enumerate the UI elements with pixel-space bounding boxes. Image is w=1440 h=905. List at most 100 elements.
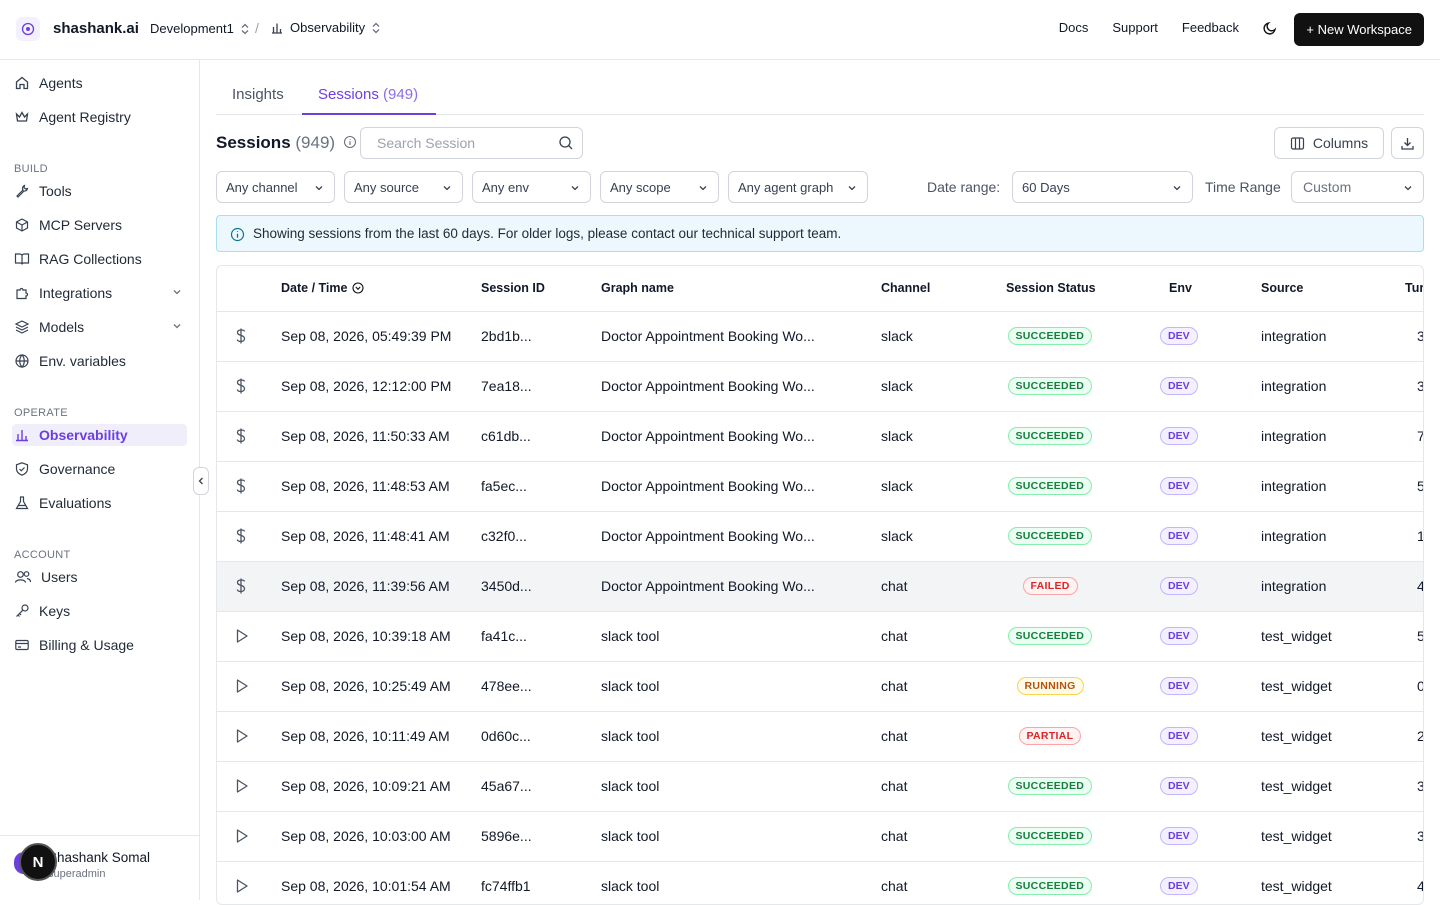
table-row[interactable]: Sep 08, 2026, 11:48:41 AM c32f0... Doctor … xyxy=(217,512,1423,562)
cell-datetime: Sep 08, 2026, 10:09:21 AM xyxy=(281,778,451,794)
table-row[interactable]: Sep 08, 2026, 10:11:49 AM 0d60c... slack t… xyxy=(217,712,1423,762)
cell-session-id[interactable]: 45a67... xyxy=(481,778,532,794)
table-row[interactable]: Sep 08, 2026, 12:12:00 PM 7ea18... Doctor … xyxy=(217,362,1423,412)
date-range-select[interactable]: 60 Days xyxy=(1012,171,1193,203)
download-button[interactable] xyxy=(1391,127,1424,159)
cell-session-id[interactable]: 3450d... xyxy=(481,578,532,594)
source-filter[interactable]: Any source xyxy=(344,171,463,203)
docs-link[interactable]: Docs xyxy=(1059,20,1089,35)
table-row[interactable]: Sep 08, 2026, 05:49:39 PM 2bd1b... Doctor … xyxy=(217,312,1423,362)
cell-turns: 7 xyxy=(1417,428,1423,444)
column-header-session-id[interactable]: Session ID xyxy=(481,281,545,295)
cell-graph: Doctor Appointment Booking Wo... xyxy=(601,428,815,444)
cell-session-id[interactable]: c61db... xyxy=(481,428,531,444)
collapse-sidebar-button[interactable] xyxy=(193,467,209,495)
sidebar-item-env-variables[interactable]: Env. variables xyxy=(12,350,187,372)
brand-name[interactable]: shashank.ai xyxy=(53,20,139,37)
sidebar-item-label: Governance xyxy=(39,461,116,477)
cell-session-id[interactable]: 0d60c... xyxy=(481,728,531,744)
cell-session-id[interactable]: fa5ec... xyxy=(481,478,527,494)
cell-graph: Doctor Appointment Booking Wo... xyxy=(601,328,815,344)
sidebar-item-models[interactable]: Models xyxy=(12,316,187,338)
tab-sessions[interactable]: Sessions (949) xyxy=(318,86,418,103)
table-row[interactable]: Sep 08, 2026, 10:09:21 AM 45a67... slack t… xyxy=(217,762,1423,812)
table-row[interactable]: Sep 08, 2026, 11:48:53 AM fa5ec... Doctor … xyxy=(217,462,1423,512)
table-row[interactable]: Sep 08, 2026, 11:50:33 AM c61db... Doctor … xyxy=(217,412,1423,462)
scope-filter-value: Any scope xyxy=(610,179,671,195)
section-switcher[interactable]: Observability xyxy=(270,20,381,35)
cell-session-id[interactable]: 5896e... xyxy=(481,828,532,844)
search-input[interactable]: Search Session xyxy=(360,127,583,159)
table-row[interactable]: Sep 08, 2026, 10:39:18 AM fa41c... slack t… xyxy=(217,612,1423,662)
cell-graph: Doctor Appointment Booking Wo... xyxy=(601,478,815,494)
sidebar-item-label: Observability xyxy=(39,427,128,443)
env-filter[interactable]: Any env xyxy=(472,171,591,203)
cell-session-id[interactable]: fc74ffb1 xyxy=(481,878,531,894)
cell-datetime: Sep 08, 2026, 11:48:53 AM xyxy=(281,478,450,494)
time-range-select[interactable]: Custom xyxy=(1291,171,1424,203)
column-header-graph[interactable]: Graph name xyxy=(601,281,674,295)
cell-session-id[interactable]: 7ea18... xyxy=(481,378,532,394)
search-placeholder: Search Session xyxy=(377,135,476,151)
table-row[interactable]: Sep 08, 2026, 10:01:54 AM fc74ffb1 slack t… xyxy=(217,862,1423,904)
column-header-turns[interactable]: Tur xyxy=(1405,281,1423,295)
book-icon xyxy=(14,253,30,265)
layers-icon xyxy=(14,320,30,334)
channel-filter[interactable]: Any channel xyxy=(216,171,335,203)
sidebar-item-evaluations[interactable]: Evaluations xyxy=(12,492,187,514)
sidebar-item-agents[interactable]: Agents xyxy=(12,72,187,94)
sidebar-item-agent-registry[interactable]: Agent Registry xyxy=(12,106,187,128)
columns-button[interactable]: Columns xyxy=(1274,127,1384,159)
cell-session-id[interactable]: fa41c... xyxy=(481,628,527,644)
play-icon xyxy=(236,879,248,893)
agent-graph-filter[interactable]: Any agent graph xyxy=(728,171,868,203)
column-header-source[interactable]: Source xyxy=(1261,281,1303,295)
time-range-value: Custom xyxy=(1303,179,1352,195)
sidebar-item-mcp-servers[interactable]: MCP Servers xyxy=(12,214,187,236)
tab-active-indicator xyxy=(302,113,436,115)
tab-insights[interactable]: Insights xyxy=(232,86,284,103)
sidebar-item-label: Integrations xyxy=(39,285,113,301)
column-header-channel[interactable]: Channel xyxy=(881,281,930,295)
brand-logo[interactable] xyxy=(16,17,40,41)
status-badge: SUCCEEDED xyxy=(1007,327,1093,345)
cell-turns: 5 xyxy=(1417,628,1423,644)
workspace-switcher[interactable]: Development1 xyxy=(150,21,250,36)
sidebar-item-governance[interactable]: Governance xyxy=(12,458,187,480)
date-range-value: 60 Days xyxy=(1022,179,1070,195)
cell-datetime: Sep 08, 2026, 10:39:18 AM xyxy=(281,628,451,644)
sidebar-item-users[interactable]: Users xyxy=(12,566,187,588)
sidebar-item-observability[interactable]: Observability xyxy=(12,424,187,446)
cell-graph: slack tool xyxy=(601,628,660,644)
column-header-datetime[interactable]: Date / Time xyxy=(281,281,365,295)
table-row[interactable]: Sep 08, 2026, 10:03:00 AM 5896e... slack t… xyxy=(217,812,1423,862)
scope-filter[interactable]: Any scope xyxy=(600,171,719,203)
cell-channel: chat xyxy=(881,778,908,794)
table-row[interactable]: Sep 08, 2026, 10:25:49 AM 478ee... slack t… xyxy=(217,662,1423,712)
sidebar-item-billing[interactable]: Billing & Usage xyxy=(12,634,187,656)
cell-turns: 1 xyxy=(1417,528,1423,544)
page-title-text: Sessions xyxy=(216,133,291,152)
info-banner-text: Showing sessions from the last 60 days. … xyxy=(253,226,842,241)
help-launcher-avatar[interactable]: N xyxy=(19,843,57,881)
moon-icon xyxy=(1263,21,1277,35)
cell-source: integration xyxy=(1261,478,1327,494)
support-link[interactable]: Support xyxy=(1112,20,1158,35)
column-header-status[interactable]: Session Status xyxy=(1006,281,1096,295)
top-bar: shashank.ai Development1 / Observability… xyxy=(0,0,1440,60)
cell-session-id[interactable]: c32f0... xyxy=(481,528,527,544)
table-row[interactable]: Sep 08, 2026, 11:39:56 AM 3450d... Doctor … xyxy=(217,562,1423,612)
feedback-link[interactable]: Feedback xyxy=(1182,20,1239,35)
cell-session-id[interactable]: 2bd1b... xyxy=(481,328,532,344)
sidebar-item-keys[interactable]: Keys xyxy=(12,600,187,622)
cell-session-id[interactable]: 478ee... xyxy=(481,678,532,694)
theme-toggle[interactable] xyxy=(1262,20,1278,41)
status-badge: SUCCEEDED xyxy=(1007,877,1093,895)
info-icon[interactable] xyxy=(343,135,357,149)
sidebar-item-tools[interactable]: Tools xyxy=(12,180,187,202)
sidebar-item-rag-collections[interactable]: RAG Collections xyxy=(12,248,187,270)
env-badge: DEV xyxy=(1160,677,1198,695)
new-workspace-button[interactable]: + New Workspace xyxy=(1294,13,1424,46)
column-header-env[interactable]: Env xyxy=(1169,281,1192,295)
sidebar-item-integrations[interactable]: Integrations xyxy=(12,282,187,304)
